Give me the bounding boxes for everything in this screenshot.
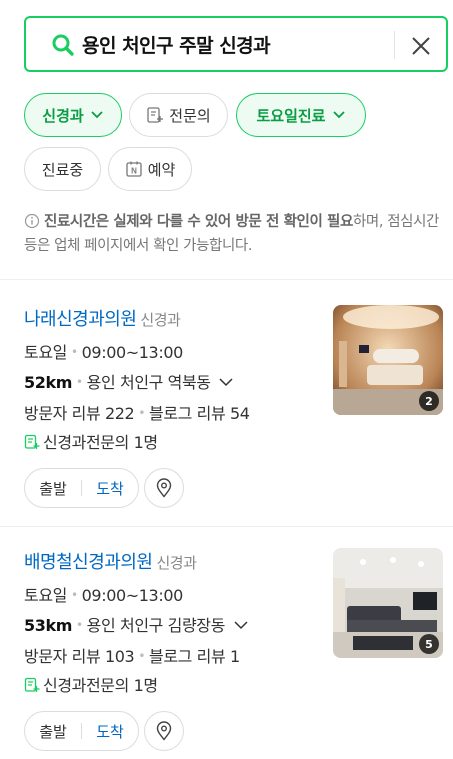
blog-reviews: 블로그 리뷰 54 bbox=[149, 404, 250, 423]
depart-button[interactable]: 출발 bbox=[25, 478, 81, 499]
map-pin-icon bbox=[156, 478, 172, 498]
map-pin-button[interactable] bbox=[144, 468, 184, 508]
filter-chip-label: 전문의 bbox=[169, 106, 211, 125]
visitor-reviews: 방문자 리뷰 103 bbox=[24, 647, 135, 666]
chevron-down-icon bbox=[332, 111, 345, 119]
filter-chip-label: 신경과 bbox=[42, 106, 84, 125]
distance: 52km bbox=[24, 373, 72, 392]
place-category: 신경과 bbox=[140, 311, 181, 329]
hours-day: 토요일 bbox=[24, 586, 67, 605]
map-pin-button[interactable] bbox=[144, 711, 184, 751]
info-icon bbox=[24, 213, 40, 229]
place-category: 신경과 bbox=[156, 554, 197, 572]
hours-time: 09:00~13:00 bbox=[81, 586, 184, 605]
search-input[interactable]: 용인 처인구 주말 신경과 bbox=[82, 31, 271, 58]
distance: 53km bbox=[24, 616, 72, 635]
search-divider bbox=[394, 31, 395, 59]
search-icon bbox=[52, 34, 74, 56]
photo-count-badge: 5 bbox=[419, 634, 439, 654]
place-name-link[interactable]: 배명철신경과의원 bbox=[24, 552, 153, 573]
filter-chip-label: 진료중 bbox=[41, 160, 84, 179]
route-buttons: 출발 도착 bbox=[24, 711, 139, 751]
hours-notice: 진료시간은 실제와 다를 수 있어 방문 전 확인이 필요하며, 점심시간 등은… bbox=[24, 210, 444, 258]
section-divider bbox=[0, 526, 453, 527]
arrive-button[interactable]: 도착 bbox=[82, 721, 138, 742]
specialist-doc-icon bbox=[24, 434, 40, 449]
place-photo[interactable]: 2 bbox=[333, 305, 443, 415]
map-pin-icon bbox=[156, 721, 172, 741]
specialist-doc-icon bbox=[24, 677, 40, 692]
chevron-down-icon[interactable] bbox=[218, 375, 234, 389]
chevron-down-icon bbox=[91, 111, 103, 119]
specialist-count: 신경과전문의 1명 bbox=[43, 676, 158, 695]
address[interactable]: 용인 처인구 김량장동 bbox=[87, 616, 226, 635]
visitor-reviews: 방문자 리뷰 222 bbox=[24, 404, 135, 423]
specialist-doc-icon bbox=[147, 107, 164, 123]
section-divider bbox=[0, 279, 453, 280]
list-item: 나래신경과의원 신경과 토요일 • 09:00~13:00 52km • 용인 처인구 역… bbox=[0, 305, 453, 515]
close-icon[interactable] bbox=[408, 33, 434, 59]
filter-chip-neurology[interactable]: 신경과 bbox=[24, 93, 122, 137]
arrive-button[interactable]: 도착 bbox=[82, 478, 138, 499]
photo-count-badge: 2 bbox=[419, 391, 439, 411]
chevron-down-icon[interactable] bbox=[233, 618, 249, 632]
filter-chip-label: 토요일진료 bbox=[256, 106, 326, 125]
place-photo[interactable]: 5 bbox=[333, 548, 443, 658]
search-box[interactable]: 용인 처인구 주말 신경과 bbox=[24, 16, 448, 72]
address[interactable]: 용인 처인구 역북동 bbox=[87, 373, 211, 392]
list-item: 배명철신경과의원 신경과 토요일 • 09:00~13:00 53km • 용인 처인구 … bbox=[0, 548, 453, 758]
filter-chip-specialist[interactable]: 전문의 bbox=[129, 93, 228, 137]
filter-chip-saturday[interactable]: 토요일진료 bbox=[236, 93, 366, 137]
route-buttons: 출발 도착 bbox=[24, 468, 139, 508]
place-name-link[interactable]: 나래신경과의원 bbox=[24, 309, 137, 330]
svg-text:N: N bbox=[131, 167, 137, 176]
notice-bold-text: 진료시간은 실제와 다를 수 있어 방문 전 확인이 필요 bbox=[44, 214, 353, 230]
filter-chip-open-now[interactable]: 진료중 bbox=[24, 147, 101, 191]
depart-button[interactable]: 출발 bbox=[25, 721, 81, 742]
hours-time: 09:00~13:00 bbox=[81, 343, 184, 362]
filter-chip-booking[interactable]: N 예약 bbox=[108, 147, 192, 191]
specialist-count: 신경과전문의 1명 bbox=[43, 433, 158, 452]
hours-day: 토요일 bbox=[24, 343, 67, 362]
naver-booking-icon: N bbox=[126, 161, 142, 177]
filter-chip-label: 예약 bbox=[147, 160, 176, 179]
blog-reviews: 블로그 리뷰 1 bbox=[149, 647, 240, 666]
